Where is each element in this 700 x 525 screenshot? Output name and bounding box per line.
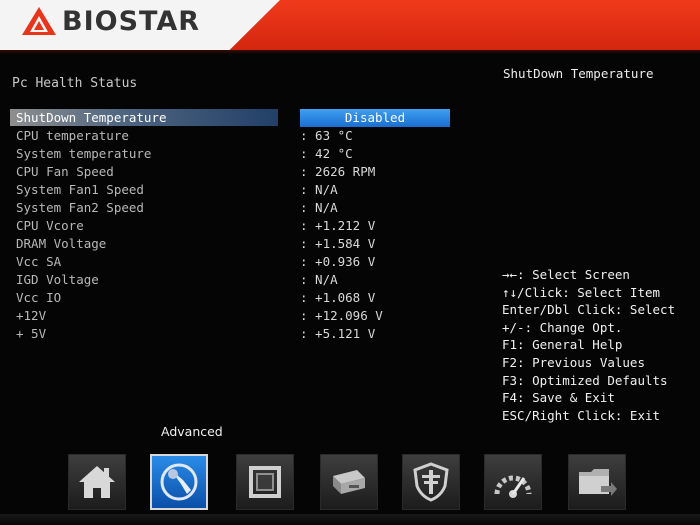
chipset-icon (249, 466, 281, 498)
key-hint: ESC/Right Click: Exit (502, 407, 661, 423)
setting-value: : +12.096 V (300, 308, 383, 323)
biostar-logo-icon (22, 7, 56, 35)
setting-value: : N/A (300, 272, 338, 287)
setting-shutdown-temperature[interactable]: ShutDown Temperature Disabled (10, 109, 450, 127)
setting-label: IGD Voltage (16, 272, 99, 287)
nav-floor (0, 514, 700, 525)
key-hint: →←: Select Screen (502, 267, 630, 282)
setting-vcc-sa: Vcc SA : +0.936 V (10, 253, 450, 271)
home-icon (79, 466, 115, 498)
tab-boot[interactable] (320, 454, 378, 510)
setting-value: : +1.068 V (300, 290, 376, 305)
tab-performance[interactable] (484, 454, 542, 510)
key-legend: →←: Select Screen ↑↓/Click: Select Item … (502, 266, 675, 424)
advanced-icon (160, 463, 198, 501)
setting-label: System Fan2 Speed (16, 200, 144, 215)
shutdown-temperature-select[interactable]: Disabled (300, 109, 450, 127)
key-hint: F3: Optimized Defaults (502, 372, 668, 388)
page-title: Pc Health Status (12, 76, 138, 91)
tab-chipset[interactable] (236, 454, 294, 510)
setting-label: +12V (16, 308, 47, 323)
setting-value: : +5.121 V (300, 326, 376, 341)
tab-save-exit[interactable] (568, 454, 626, 510)
help-title: ShutDown Temperature (503, 66, 654, 81)
setting-value: : 42 °C (300, 146, 353, 161)
key-hint: ↑↓/Click: Select Item (502, 284, 661, 300)
key-hint: F4: Save & Exit (502, 390, 615, 406)
setting-label: DRAM Voltage (16, 236, 107, 251)
key-hint: F1: General Help (502, 337, 623, 353)
setting-system-fan2-speed: System Fan2 Speed : N/A (10, 199, 450, 217)
setting-dram-voltage: DRAM Voltage : +1.584 V (10, 235, 450, 253)
setting-value: : 2626 RPM (300, 164, 376, 179)
save-exit-icon (579, 469, 617, 496)
setting-system-temperature: System temperature : 42 °C (10, 145, 450, 163)
key-hint: Enter/Dbl Click: Select (502, 302, 676, 318)
security-shield-icon (413, 462, 449, 502)
settings-list: ShutDown Temperature Disabled CPU temper… (10, 109, 450, 343)
setting-cpu-fan-speed: CPU Fan Speed : 2626 RPM (10, 163, 450, 181)
setting-value: : 63 °C (300, 128, 353, 143)
bottom-nav (0, 448, 700, 525)
biostar-logo: BIOSTAR (22, 5, 201, 37)
setting-label: Vcc IO (16, 290, 62, 305)
setting-label: CPU Fan Speed (16, 164, 114, 179)
setting-12v: +12V : +12.096 V (10, 307, 450, 325)
header-shadow (0, 50, 700, 54)
setting-value: : +0.936 V (300, 254, 376, 269)
setting-igd-voltage: IGD Voltage : N/A (10, 271, 450, 289)
setting-5v: + 5V : +5.121 V (10, 325, 450, 343)
setting-label: CPU temperature (16, 128, 129, 143)
setting-label: System Fan1 Speed (16, 182, 144, 197)
setting-label: Vcc SA (16, 254, 62, 269)
setting-cpu-vcore: CPU Vcore : +1.212 V (10, 217, 450, 235)
active-tab-label: Advanced (161, 424, 223, 439)
setting-value: : N/A (300, 182, 338, 197)
setting-value: : +1.212 V (300, 218, 376, 233)
setting-value: : N/A (300, 200, 338, 215)
performance-gauge-icon (494, 475, 532, 498)
key-hint: +/-: Change Opt. (502, 319, 623, 335)
tab-security[interactable] (402, 454, 460, 510)
setting-label: + 5V (16, 326, 47, 341)
tab-advanced[interactable] (150, 454, 208, 510)
setting-label: ShutDown Temperature (16, 110, 167, 125)
key-hint: F2: Previous Values (502, 354, 645, 370)
tab-main[interactable] (68, 454, 126, 510)
setting-label: CPU Vcore (16, 218, 84, 233)
setting-cpu-temperature: CPU temperature : 63 °C (10, 127, 450, 145)
boot-drive-icon (333, 470, 365, 494)
setting-vcc-io: Vcc IO : +1.068 V (10, 289, 450, 307)
setting-system-fan1-speed: System Fan1 Speed : N/A (10, 181, 450, 199)
setting-value: : +1.584 V (300, 236, 376, 251)
brand-name: BIOSTAR (62, 5, 201, 37)
setting-label: System temperature (16, 146, 152, 161)
